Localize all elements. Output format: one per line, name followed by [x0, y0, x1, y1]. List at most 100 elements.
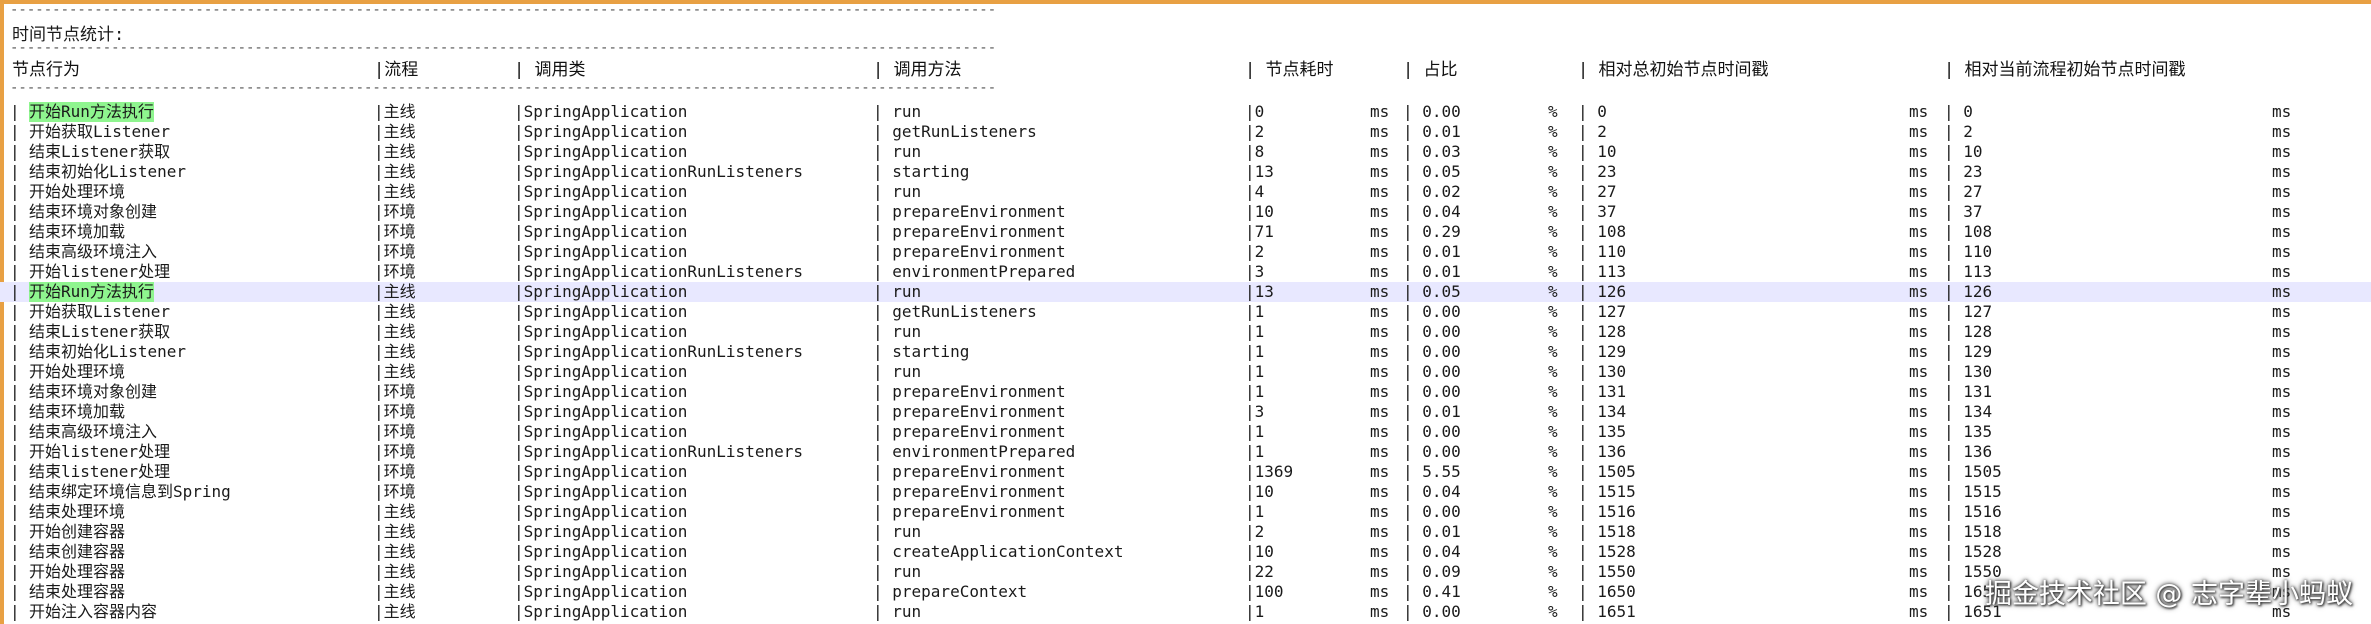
cell-lead: | — [10, 162, 30, 181]
cell-pct: | 0.03 — [1403, 142, 1461, 161]
cell-lead: | — [10, 582, 30, 601]
unit-ms: ms — [1370, 182, 1390, 201]
cell-rel: | 2 — [1944, 122, 1973, 141]
cell-method: | run — [873, 322, 922, 341]
table-row[interactable]: | 结束创建容器 |主线 |SpringApplication | createApp… — [0, 542, 2371, 562]
table-row[interactable]: | 结束初始化Listener |主线 |SpringApplicationRunL… — [0, 162, 2371, 182]
unit-ms: ms — [1909, 522, 1929, 541]
cell-cls: |SpringApplication — [514, 382, 688, 401]
cell-total: | 130 — [1578, 362, 1627, 381]
cell-total: | 135 — [1578, 422, 1627, 441]
cell-cost: |1 — [1245, 502, 1265, 521]
unit-ms: ms — [1909, 222, 1929, 241]
cell-cls: |SpringApplication — [514, 362, 688, 381]
cell-cls: |SpringApplication — [514, 542, 688, 561]
cell-lead: | — [10, 522, 30, 541]
cell-rel: | 136 — [1944, 442, 1993, 461]
table-row[interactable]: | 开始获取Listener |主线 |SpringApplication | get… — [0, 302, 2371, 322]
cell-action: 结束环境加载 — [29, 402, 126, 421]
unit-percent: % — [1548, 162, 1558, 181]
unit-percent: % — [1548, 122, 1558, 141]
cell-flow: |环境 — [374, 442, 416, 461]
cell-method: | starting — [873, 342, 970, 361]
unit-percent: % — [1548, 102, 1558, 121]
cell-flow: |主线 — [374, 302, 416, 321]
cell-flow: |环境 — [374, 202, 416, 221]
unit-ms: ms — [2272, 522, 2292, 541]
cell-cls: |SpringApplication — [514, 182, 688, 201]
table-row[interactable]: | 开始listener处理 |环境 |SpringApplicationRunLi… — [0, 262, 2371, 282]
table-row[interactable]: | 开始创建容器 |主线 |SpringApplication | run |2 ms | … — [0, 522, 2371, 542]
unit-percent: % — [1548, 262, 1558, 281]
table-row[interactable]: | 结束环境加载 |环境 |SpringApplication | prepareEn… — [0, 402, 2371, 422]
cell-total: | 1550 — [1578, 562, 1636, 581]
cell-cls: |SpringApplication — [514, 402, 688, 421]
cell-pct: | 0.41 — [1403, 582, 1461, 601]
table-row[interactable]: | 开始处理环境 |主线 |SpringApplication | run |1 ms | … — [0, 362, 2371, 382]
unit-ms: ms — [2272, 442, 2292, 461]
unit-percent: % — [1548, 142, 1558, 161]
cell-total: | 1651 — [1578, 602, 1636, 621]
unit-ms: ms — [1909, 242, 1929, 261]
cell-rel: | 10 — [1944, 142, 1983, 161]
table-row[interactable]: | 开始处理环境 |主线 |SpringApplication | run |4 ms | … — [0, 182, 2371, 202]
cell-method: | prepareContext — [873, 582, 1028, 601]
unit-ms: ms — [2272, 182, 2292, 201]
cell-pct: | 0.00 — [1403, 102, 1461, 121]
cell-lead: | — [10, 562, 30, 581]
unit-ms: ms — [2272, 382, 2292, 401]
cell-lead: | — [10, 102, 30, 121]
cell-cls: |SpringApplicationRunListeners — [514, 162, 803, 181]
cell-method: | run — [873, 142, 922, 161]
cell-cls: |SpringApplication — [514, 122, 688, 141]
unit-ms: ms — [1370, 442, 1390, 461]
cell-cost: |1 — [1245, 382, 1265, 401]
cell-cost: |3 — [1245, 402, 1265, 421]
table-row[interactable]: | 结束环境加载 |环境 |SpringApplication | prepareEn… — [0, 222, 2371, 242]
cell-cost: |8 — [1245, 142, 1265, 161]
cell-method: | getRunListeners — [873, 302, 1037, 321]
table-row[interactable]: | 开始listener处理 |环境 |SpringApplicationRunLi… — [0, 442, 2371, 462]
table-row[interactable]: | 结束Listener获取 |主线 |SpringApplication | run… — [0, 322, 2371, 342]
cell-cost: |4 — [1245, 182, 1265, 201]
cell-action: 结束初始化Listener — [29, 342, 187, 361]
unit-ms: ms — [1370, 222, 1390, 241]
cell-pct: | 0.02 — [1403, 182, 1461, 201]
table-row[interactable]: | 结束处理环境 |主线 |SpringApplication | prepareEn… — [0, 502, 2371, 522]
table-row[interactable]: | 开始Run方法执行 |主线 |SpringApplication | run |13… — [0, 282, 2371, 302]
table-row[interactable]: | 结束Listener获取 |主线 |SpringApplication | run… — [0, 142, 2371, 162]
cell-pct: | 0.00 — [1403, 302, 1461, 321]
table-row[interactable]: | 开始Run方法执行 |主线 |SpringApplication | run |0 m… — [0, 102, 2371, 122]
cell-lead: | — [10, 222, 30, 241]
cell-lead: | — [10, 362, 30, 381]
unit-ms: ms — [1909, 162, 1929, 181]
cell-flow: |主线 — [374, 322, 416, 341]
cell-rel: | 1515 — [1944, 482, 2002, 501]
table-row[interactable]: | 结束高级环境注入 |环境 |SpringApplication | prepare… — [0, 422, 2371, 442]
cell-cost: |13 — [1245, 162, 1274, 181]
cell-rel: | 134 — [1944, 402, 1993, 421]
table-row[interactable]: | 结束高级环境注入 |环境 |SpringApplication | prepare… — [0, 242, 2371, 262]
table-row[interactable]: | 开始获取Listener |主线 |SpringApplication | get… — [0, 122, 2371, 142]
cell-cls: |SpringApplication — [514, 462, 688, 481]
cell-pct: | 5.55 — [1403, 462, 1461, 481]
cell-total: | 0 — [1578, 102, 1607, 121]
cell-pct: | 0.00 — [1403, 322, 1461, 341]
table-row[interactable]: | 结束listener处理 |环境 |SpringApplication | pre… — [0, 462, 2371, 482]
unit-ms: ms — [1909, 422, 1929, 441]
table-row[interactable]: | 结束初始化Listener |主线 |SpringApplicationRunL… — [0, 342, 2371, 362]
unit-percent: % — [1548, 562, 1558, 581]
unit-ms: ms — [1370, 342, 1390, 361]
table-row[interactable]: | 结束绑定环境信息到Spring |环境 |SpringApplication | … — [0, 482, 2371, 502]
cell-total: | 1505 — [1578, 462, 1636, 481]
table-row[interactable]: | 结束环境对象创建 |环境 |SpringApplication | prepare… — [0, 382, 2371, 402]
table-header: 节点行为 |流程 | 调用类 | 调用方法 | 节点耗时 | 占比 | 相对总初… — [0, 60, 2371, 80]
cell-rel: | 113 — [1944, 262, 1993, 281]
cell-flow: |主线 — [374, 582, 416, 601]
unit-percent: % — [1548, 342, 1558, 361]
cell-action: 结束处理容器 — [29, 582, 126, 601]
cell-rel: | 126 — [1944, 282, 1993, 301]
cell-flow: |主线 — [374, 362, 416, 381]
table-row[interactable]: | 结束环境对象创建 |环境 |SpringApplication | prepare… — [0, 202, 2371, 222]
separator-line-top: ----------------------------------------… — [10, 2, 995, 18]
